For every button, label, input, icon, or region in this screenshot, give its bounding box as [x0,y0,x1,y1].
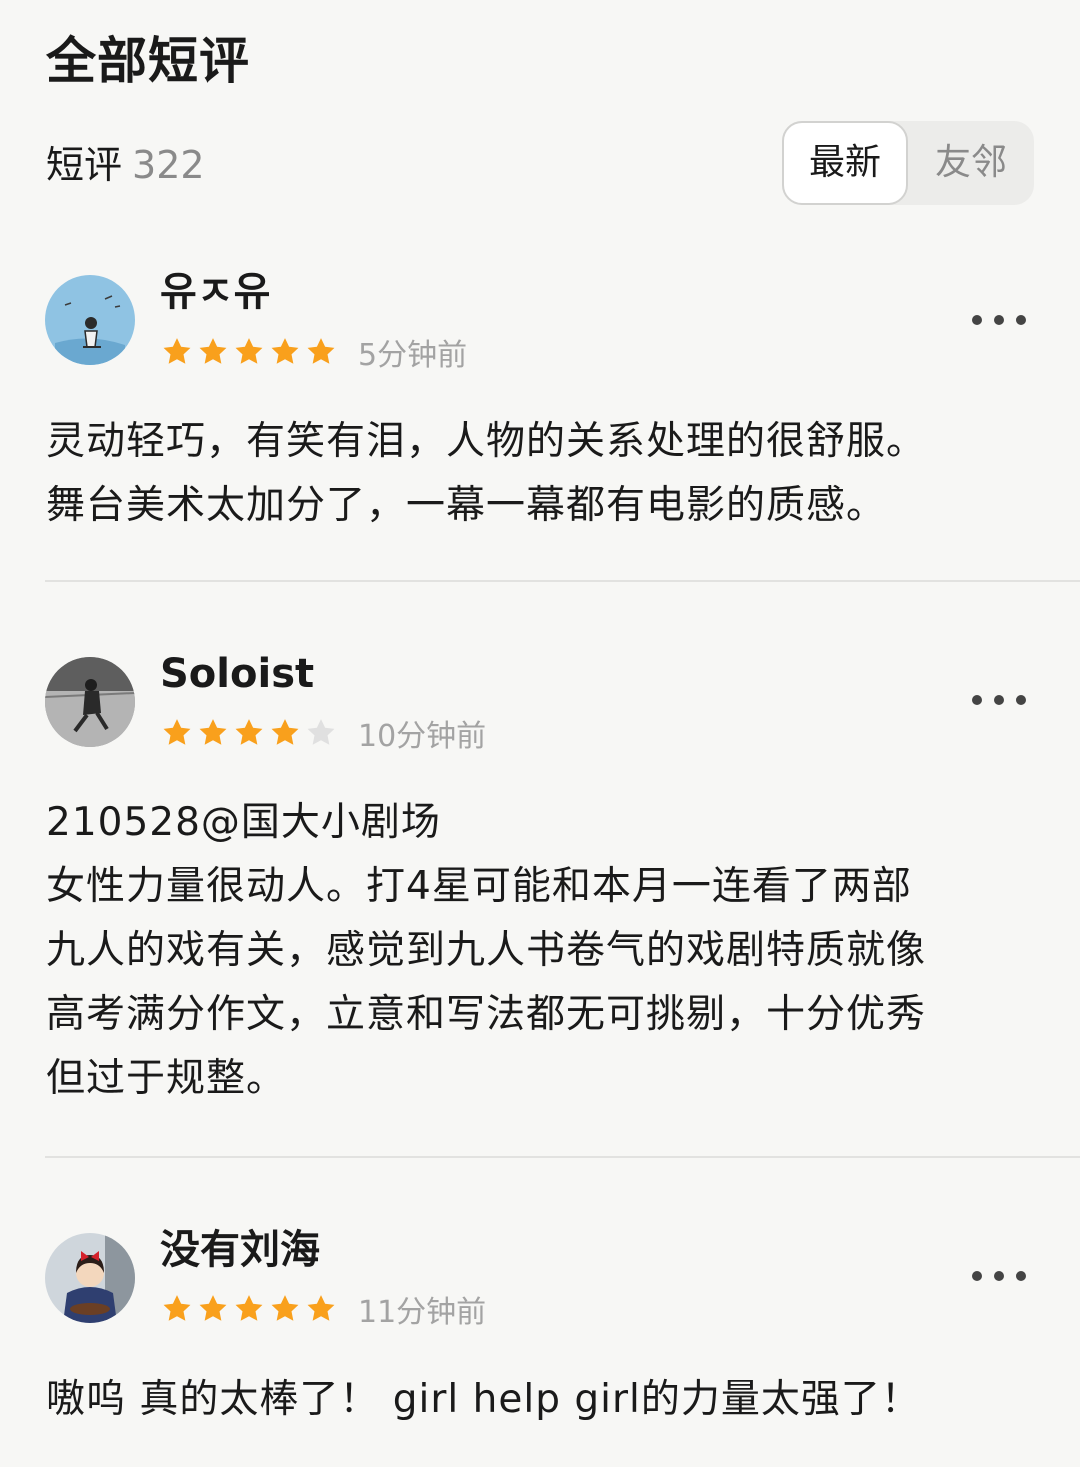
star-filled-icon [199,719,227,745]
divider [45,1156,1080,1158]
avatar[interactable] [45,275,135,365]
review-text: 嗷呜 真的太棒了！ girl help girl的力量太强了！ [46,1368,1046,1432]
star-filled-icon [235,338,263,364]
review-time: 10分钟前 [358,719,487,754]
star-filled-icon [199,338,227,364]
page-title: 全部短评 [46,32,250,90]
review-meta: 11分钟前 [160,1287,486,1331]
star-filled-icon [235,719,263,745]
star-empty-icon [307,719,335,745]
sort-tab-friends[interactable]: 友邻 [908,121,1034,205]
review-meta: 5分钟前 [160,330,467,374]
reviews-page: 全部短评 短评 322 最新 友邻 유ㅈ유 5分钟前 灵动轻巧，有笑有泪，人物的关… [0,0,1080,1467]
rating-stars [160,1292,340,1326]
more-options-icon[interactable] [972,690,1026,710]
star-filled-icon [235,1295,263,1321]
username[interactable]: 没有刘海 [160,1223,320,1277]
divider [45,580,1080,582]
review-text: 210528@国大小剧场 女性力量很动人。打4星可能和本月一连看了两部 九人的戏… [46,791,1046,1111]
star-filled-icon [271,1295,299,1321]
review-text-line: 210528@国大小剧场 [46,800,441,845]
avatar[interactable] [45,1233,135,1323]
review-text-line: 高考满分作文，立意和写法都无可挑剔，十分优秀 [46,992,927,1037]
star-filled-icon [163,1295,191,1321]
rating-stars [160,716,340,750]
review-time: 11分钟前 [358,1295,487,1330]
avatar[interactable] [45,657,135,747]
star-filled-icon [163,338,191,364]
star-filled-icon [307,1295,335,1321]
star-filled-icon [307,338,335,364]
review-text: 灵动轻巧，有笑有泪，人物的关系处理的很舒服。 舞台美术太加分了，一幕一幕都有电影… [46,410,1046,538]
review-text-line: 嗷呜 真的太棒了！ girl help girl的力量太强了！ [46,1377,921,1422]
more-options-icon[interactable] [972,310,1026,330]
sort-toggle: 最新 友邻 [782,121,1034,205]
review-time: 5分钟前 [358,338,468,373]
review-text-line: 灵动轻巧，有笑有泪，人物的关系处理的很舒服。 [46,419,927,464]
review-meta: 10分钟前 [160,711,486,755]
star-filled-icon [271,719,299,745]
review-text-line: 舞台美术太加分了，一幕一幕都有电影的质感。 [46,483,887,528]
review-count-value: 322 [132,143,205,187]
sort-tab-latest[interactable]: 最新 [782,121,908,205]
review-text-line: 但过于规整。 [46,1056,287,1101]
rating-stars [160,335,340,369]
review-count: 短评 322 [46,140,205,190]
review-count-label: 短评 [46,143,123,187]
username[interactable]: Soloist [160,647,314,701]
username[interactable]: 유ㅈ유 [160,265,270,319]
review-text-line: 女性力量很动人。打4星可能和本月一连看了两部 [46,864,912,909]
more-options-icon[interactable] [972,1266,1026,1286]
review-text-line: 九人的戏有关，感觉到九人书卷气的戏剧特质就像 [46,928,927,973]
star-filled-icon [271,338,299,364]
star-filled-icon [199,1295,227,1321]
star-filled-icon [163,719,191,745]
